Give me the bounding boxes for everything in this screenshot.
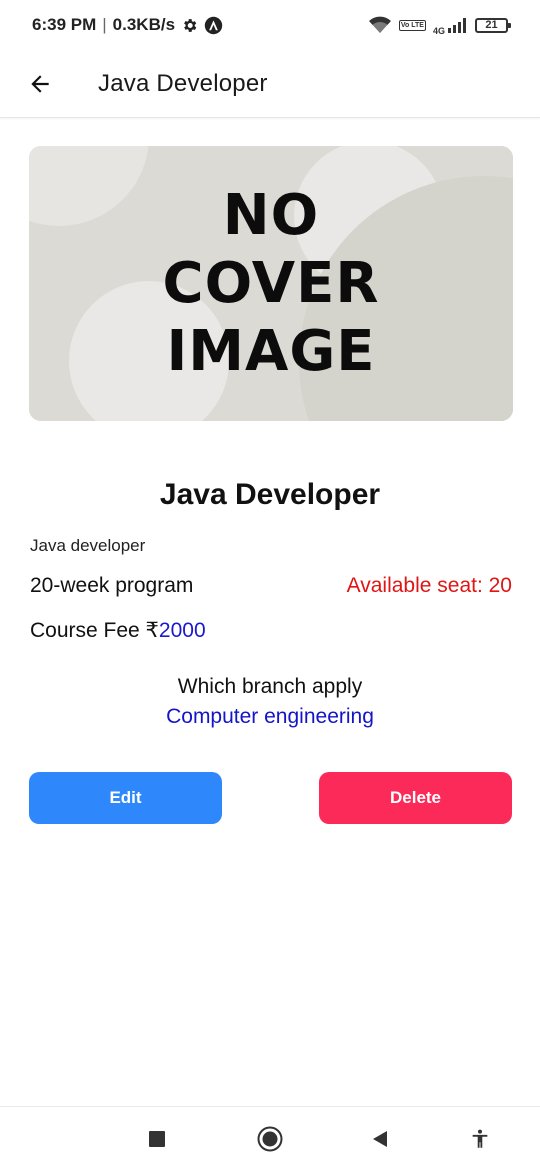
arrow-left-icon	[31, 74, 49, 93]
course-description: Java developer	[30, 536, 146, 555]
recents-button[interactable]	[137, 1107, 177, 1170]
app-notification-icon	[204, 16, 223, 34]
home-circle-icon	[257, 1126, 283, 1152]
course-title: Java Developer	[159, 478, 381, 511]
course-fee: Course Fee ₹2000	[30, 618, 206, 643]
program-row: 20-week program Available seat: 20	[30, 574, 512, 598]
home-button[interactable]	[250, 1107, 290, 1170]
back-nav-button[interactable]	[360, 1107, 400, 1170]
battery-icon: 21	[475, 17, 511, 33]
page-title: Java Developer	[98, 69, 268, 97]
branch-label: Which branch apply	[177, 675, 363, 698]
available-seats: Available seat: 20	[346, 574, 512, 597]
signal-icon	[448, 18, 466, 33]
status-left: 6:39 PM | 0.3KB/s	[32, 15, 223, 35]
cover-image: NO COVER IMAGE	[29, 146, 513, 421]
cover-line-2: COVER	[162, 250, 380, 316]
app-bar: Java Developer	[0, 50, 540, 118]
system-navigation-bar	[0, 1106, 540, 1170]
status-separator: |	[102, 15, 107, 34]
wifi-icon	[368, 16, 391, 33]
program-duration: 20-week program	[30, 574, 194, 597]
fee-label: Course Fee ₹	[30, 619, 159, 642]
triangle-back-icon	[373, 1131, 387, 1147]
delete-button[interactable]: Delete	[319, 772, 512, 824]
cover-line-3: IMAGE	[166, 318, 376, 384]
settings-gear-icon	[184, 18, 197, 32]
fee-value: 2000	[158, 619, 206, 642]
screen: 6:39 PM | 0.3KB/s Vo LTE 4G 21 Java Deve…	[0, 0, 540, 1170]
status-right: Vo LTE 4G 21	[368, 14, 511, 36]
network-type: 4G	[432, 26, 445, 36]
volte-badge: Vo LTE	[398, 19, 426, 31]
network-speed: 0.3KB/s	[112, 15, 176, 34]
back-button[interactable]	[20, 64, 60, 104]
accessibility-icon	[472, 1129, 488, 1148]
branch-value: Computer engineering	[166, 705, 374, 728]
status-time: 6:39 PM	[32, 15, 97, 34]
status-bar: 6:39 PM | 0.3KB/s Vo LTE 4G 21	[0, 0, 540, 50]
accessibility-button[interactable]	[460, 1107, 500, 1170]
cover-placeholder-text: NO COVER IMAGE	[29, 146, 513, 421]
edit-button[interactable]: Edit	[29, 772, 222, 824]
cover-line-1: NO	[222, 182, 320, 248]
square-icon	[149, 1131, 165, 1147]
